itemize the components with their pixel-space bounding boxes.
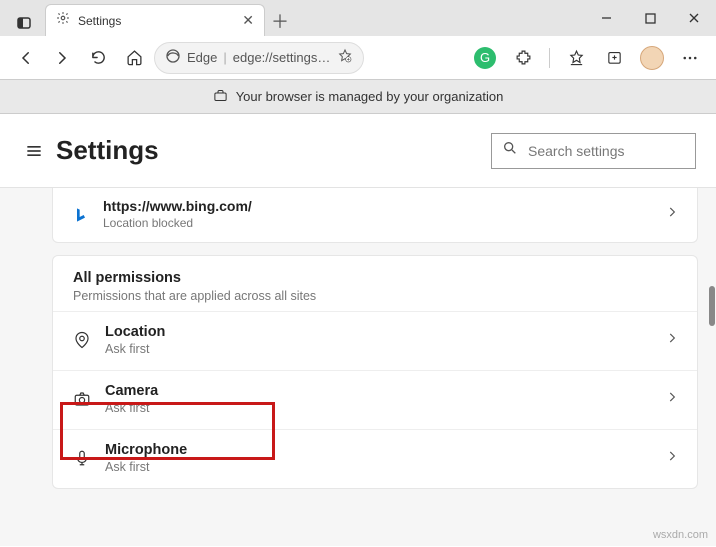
minimize-button[interactable] — [584, 3, 628, 33]
favorite-icon[interactable] — [337, 48, 353, 67]
all-permissions-card: All permissions Permissions that are app… — [52, 255, 698, 489]
settings-header: Settings — [0, 114, 716, 188]
profile-button[interactable] — [636, 42, 668, 74]
favorites-button[interactable] — [560, 42, 592, 74]
permission-row-microphone[interactable]: Microphone Ask first — [53, 429, 697, 488]
address-label: Edge — [187, 50, 217, 65]
tab-actions-icon[interactable] — [11, 10, 37, 36]
recent-activity-card: https://www.bing.com/ Location blocked — [52, 188, 698, 243]
settings-content: https://www.bing.com/ Location blocked A… — [0, 188, 716, 546]
briefcase-icon — [213, 88, 228, 106]
site-status: Location blocked — [103, 216, 665, 230]
edge-icon — [165, 48, 181, 67]
permission-sub: Ask first — [105, 401, 665, 415]
section-subtitle: Permissions that are applied across all … — [73, 289, 677, 303]
chevron-right-icon — [665, 449, 679, 468]
hamburger-menu[interactable] — [24, 141, 44, 161]
browser-toolbar: Edge | edge://settings… G — [0, 36, 716, 80]
permission-title: Microphone — [105, 442, 665, 458]
menu-button[interactable] — [674, 42, 706, 74]
camera-icon — [73, 390, 91, 408]
refresh-button[interactable] — [82, 42, 114, 74]
search-settings[interactable] — [491, 133, 696, 169]
permission-row-camera[interactable]: Camera Ask first — [53, 370, 697, 429]
close-window-button[interactable] — [672, 3, 716, 33]
microphone-icon — [73, 449, 91, 467]
tab-title: Settings — [78, 14, 234, 28]
toolbar-divider — [549, 48, 550, 68]
chevron-right-icon — [665, 331, 679, 350]
info-bar: Your browser is managed by your organiza… — [0, 80, 716, 114]
permission-title: Location — [105, 324, 665, 340]
permission-sub: Ask first — [105, 342, 665, 356]
info-message: Your browser is managed by your organiza… — [236, 89, 504, 104]
home-button[interactable] — [118, 42, 150, 74]
section-title: All permissions — [73, 270, 677, 286]
back-button[interactable] — [10, 42, 42, 74]
recent-site-row[interactable]: https://www.bing.com/ Location blocked — [53, 188, 697, 242]
watermark: wsxdn.com — [653, 529, 708, 541]
browser-tab[interactable]: Settings ✕ — [45, 4, 265, 36]
permission-title: Camera — [105, 383, 665, 399]
location-icon — [73, 331, 91, 349]
collections-button[interactable] — [598, 42, 630, 74]
maximize-button[interactable] — [628, 3, 672, 33]
permission-row-location[interactable]: Location Ask first — [53, 311, 697, 370]
new-tab-button[interactable]: ＋ — [265, 6, 295, 36]
scrollbar-thumb[interactable] — [709, 286, 715, 326]
address-divider: | — [223, 50, 226, 65]
forward-button[interactable] — [46, 42, 78, 74]
search-icon — [502, 140, 518, 161]
site-url: https://www.bing.com/ — [103, 198, 665, 214]
gear-icon — [56, 11, 70, 30]
address-text: edge://settings… — [233, 50, 331, 65]
grammarly-icon[interactable]: G — [469, 42, 501, 74]
page-title: Settings — [56, 135, 159, 166]
title-bar: Settings ✕ ＋ — [0, 0, 716, 36]
close-tab-icon[interactable]: ✕ — [242, 12, 254, 29]
bing-icon — [73, 207, 89, 223]
chevron-right-icon — [665, 205, 679, 224]
address-bar[interactable]: Edge | edge://settings… — [154, 42, 364, 74]
chevron-right-icon — [665, 390, 679, 409]
extensions-icon[interactable] — [507, 42, 539, 74]
permission-sub: Ask first — [105, 460, 665, 474]
search-input[interactable] — [528, 143, 709, 159]
